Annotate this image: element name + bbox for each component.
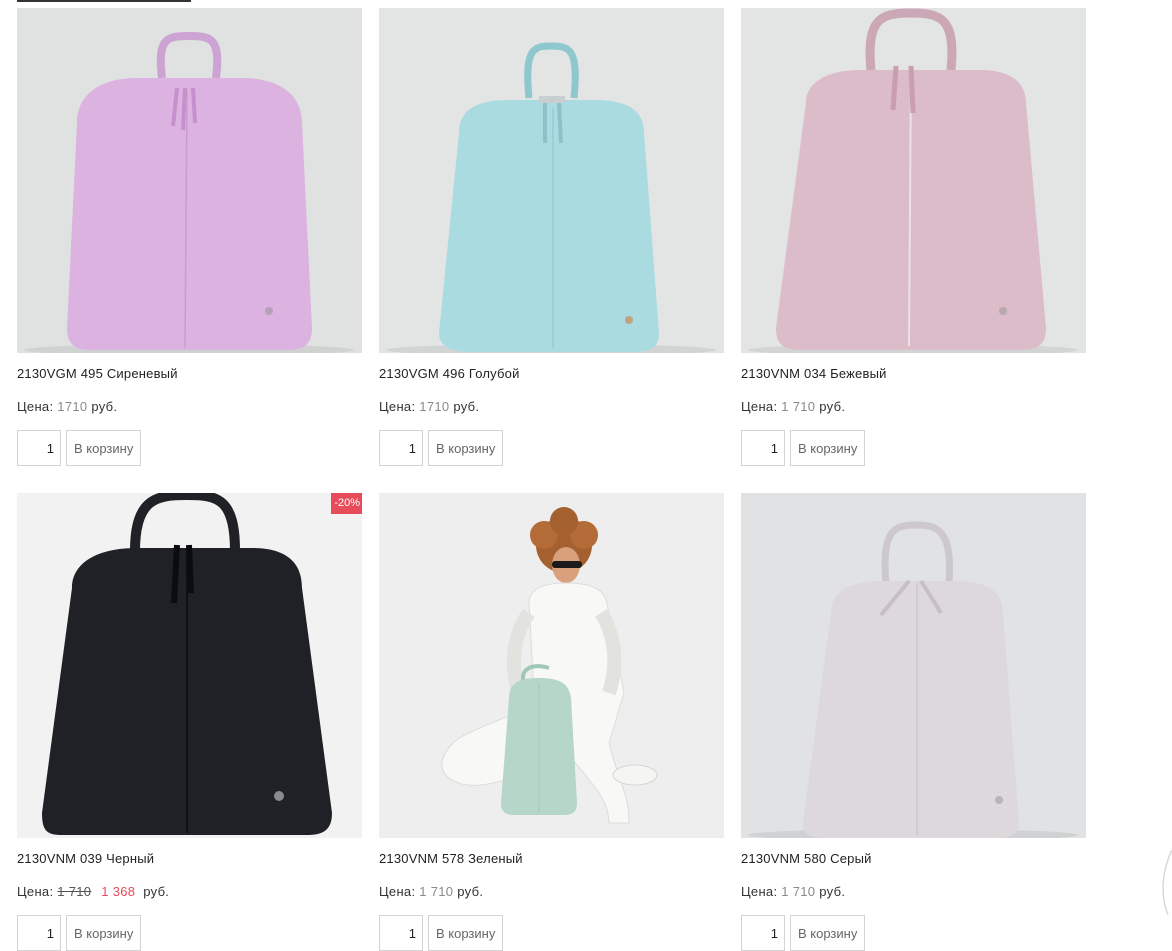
product-title[interactable]: 2130VNM 580 Серый xyxy=(741,851,1086,866)
buy-row: В корзину xyxy=(379,430,724,466)
price-value: 1710 xyxy=(419,399,450,414)
old-price: 1 710 xyxy=(57,884,92,899)
product-title[interactable]: 2130VNM 034 Бежевый xyxy=(741,366,1086,381)
product-image[interactable] xyxy=(741,493,1086,838)
quantity-input[interactable] xyxy=(17,915,61,951)
product-price: Цена: 1 710 1 368 руб. xyxy=(17,884,362,899)
quantity-input[interactable] xyxy=(741,430,785,466)
add-to-cart-button[interactable]: В корзину xyxy=(428,915,504,951)
buy-row: В корзину xyxy=(17,915,362,951)
quantity-input[interactable] xyxy=(379,430,423,466)
add-to-cart-button[interactable]: В корзину xyxy=(428,430,504,466)
product-price: Цена: 1710 руб. xyxy=(17,399,362,414)
product-price: Цена: 1 710 руб. xyxy=(741,884,1086,899)
product-grid: 2130VGM 495 Сиреневый Цена: 1710 руб. В … xyxy=(17,8,1086,951)
quantity-input[interactable] xyxy=(741,915,785,951)
price-value: 1 710 xyxy=(781,399,816,414)
sale-price: 1 368 xyxy=(101,884,136,899)
edge-decoration xyxy=(1162,850,1172,915)
product-image[interactable] xyxy=(17,8,362,353)
quantity-input[interactable] xyxy=(379,915,423,951)
buy-row: В корзину xyxy=(741,915,1086,951)
buy-row: В корзину xyxy=(741,430,1086,466)
buy-row: В корзину xyxy=(379,915,724,951)
price-currency: руб. xyxy=(453,399,480,414)
product-title[interactable]: 2130VNM 578 Зеленый xyxy=(379,851,724,866)
add-to-cart-button[interactable]: В корзину xyxy=(790,915,866,951)
product-card: 2130VGM 495 Сиреневый Цена: 1710 руб. В … xyxy=(17,8,362,466)
product-image[interactable] xyxy=(741,8,1086,353)
product-card: 2130VNM 580 Серый Цена: 1 710 руб. В кор… xyxy=(741,493,1086,951)
price-label: Цена: xyxy=(17,399,54,414)
product-price: Цена: 1710 руб. xyxy=(379,399,724,414)
product-title[interactable]: 2130VNM 039 Черный xyxy=(17,851,362,866)
product-image[interactable] xyxy=(379,8,724,353)
product-card: 2130VNM 034 Бежевый Цена: 1 710 руб. В к… xyxy=(741,8,1086,466)
price-value: 1 710 xyxy=(419,884,454,899)
buy-row: В корзину xyxy=(17,430,362,466)
product-title[interactable]: 2130VGM 495 Сиреневый xyxy=(17,366,362,381)
add-to-cart-button[interactable]: В корзину xyxy=(66,915,142,951)
price-currency: руб. xyxy=(457,884,484,899)
price-label: Цена: xyxy=(17,884,54,899)
quantity-input[interactable] xyxy=(17,430,61,466)
price-label: Цена: xyxy=(379,884,416,899)
price-value: 1710 xyxy=(57,399,88,414)
add-to-cart-button[interactable]: В корзину xyxy=(790,430,866,466)
product-card: -20% 2130VNM 039 Черный Цена: 1 710 1 36… xyxy=(17,493,362,951)
product-price: Цена: 1 710 руб. xyxy=(379,884,724,899)
product-image[interactable]: -20% xyxy=(17,493,362,838)
price-label: Цена: xyxy=(741,399,778,414)
section-underline xyxy=(17,0,191,2)
price-currency: руб. xyxy=(819,884,846,899)
add-to-cart-button[interactable]: В корзину xyxy=(66,430,142,466)
product-card: 2130VNM 578 Зеленый Цена: 1 710 руб. В к… xyxy=(379,493,724,951)
product-card: 2130VGM 496 Голубой Цена: 1710 руб. В ко… xyxy=(379,8,724,466)
price-currency: руб. xyxy=(143,884,170,899)
price-label: Цена: xyxy=(379,399,416,414)
price-label: Цена: xyxy=(741,884,778,899)
price-currency: руб. xyxy=(91,399,118,414)
product-price: Цена: 1 710 руб. xyxy=(741,399,1086,414)
discount-badge: -20% xyxy=(331,493,362,514)
product-image[interactable] xyxy=(379,493,724,838)
price-currency: руб. xyxy=(819,399,846,414)
price-value: 1 710 xyxy=(781,884,816,899)
product-title[interactable]: 2130VGM 496 Голубой xyxy=(379,366,724,381)
